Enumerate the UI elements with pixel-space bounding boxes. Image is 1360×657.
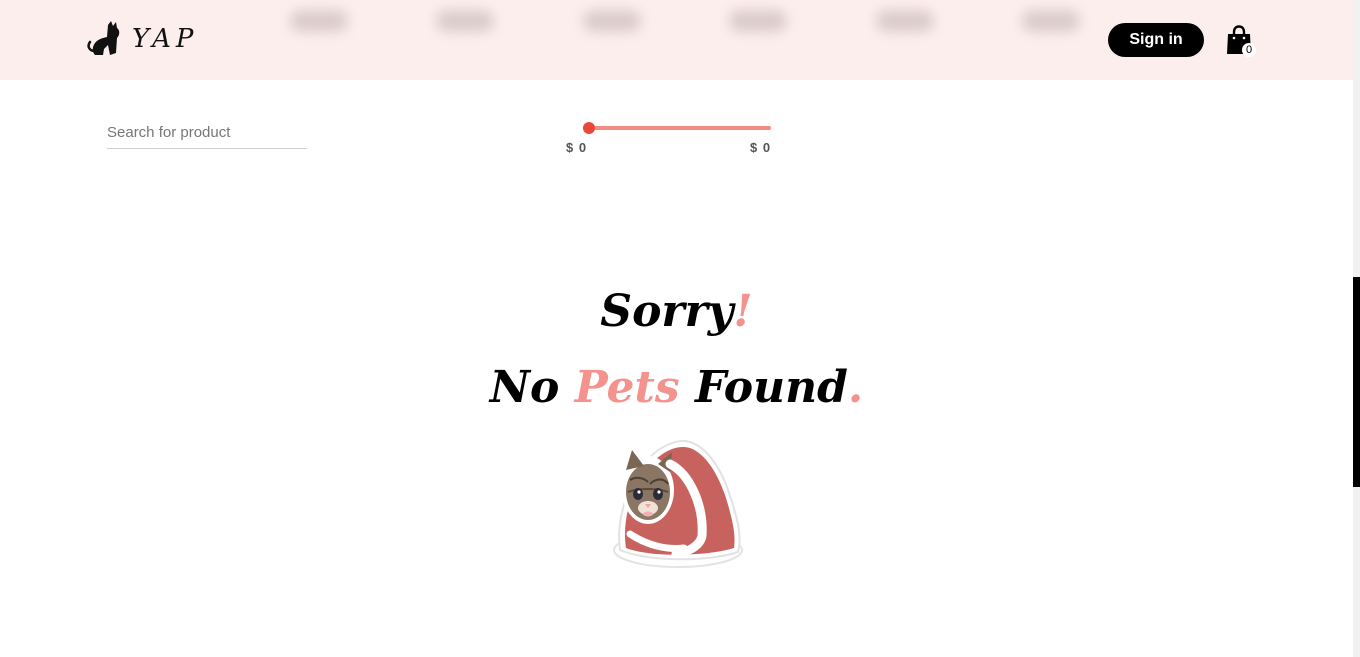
empty-state-subtitle: No Pets Found. <box>0 358 1353 418</box>
page: YAP Sign in 0 $ 0 $ 0 Sorry! <box>0 0 1360 657</box>
logo[interactable]: YAP <box>86 20 198 58</box>
blurred-navigation <box>290 0 1080 50</box>
cart-count-badge: 0 <box>1242 43 1256 57</box>
pets-highlight: Pets <box>574 362 680 413</box>
price-range-slider[interactable]: $ 0 $ 0 <box>566 118 776 163</box>
found-text: Found <box>679 362 848 413</box>
blurred-nav-item <box>290 10 348 32</box>
sorry-punct: ! <box>733 286 753 337</box>
logo-text: YAP <box>132 24 199 54</box>
empty-state-message: Sorry! No Pets Found. <box>0 282 1353 418</box>
price-min-label: $ 0 <box>566 140 588 155</box>
price-max-label: $ 0 <box>750 140 772 155</box>
scrollbar-thumb[interactable] <box>1353 277 1360 487</box>
blurred-nav-item <box>729 10 788 32</box>
blurred-nav-item <box>875 10 934 32</box>
no-text: No <box>489 362 575 413</box>
found-punct: . <box>847 362 864 413</box>
sign-in-button[interactable]: Sign in <box>1108 23 1204 57</box>
blurred-nav-item <box>582 10 641 32</box>
empty-state-title: Sorry! <box>0 282 1353 342</box>
price-range-track[interactable] <box>589 126 771 130</box>
blurred-nav-item <box>1021 10 1080 32</box>
cart-button[interactable]: 0 <box>1226 25 1256 59</box>
sorry-text: Sorry <box>600 286 734 337</box>
price-range-handle[interactable] <box>583 122 595 134</box>
cat-in-blanket-illustration <box>613 440 743 568</box>
search-input[interactable] <box>107 116 307 149</box>
cat-logo-icon <box>87 21 120 55</box>
blurred-nav-item <box>436 10 495 32</box>
site-header: YAP Sign in 0 <box>0 0 1353 80</box>
